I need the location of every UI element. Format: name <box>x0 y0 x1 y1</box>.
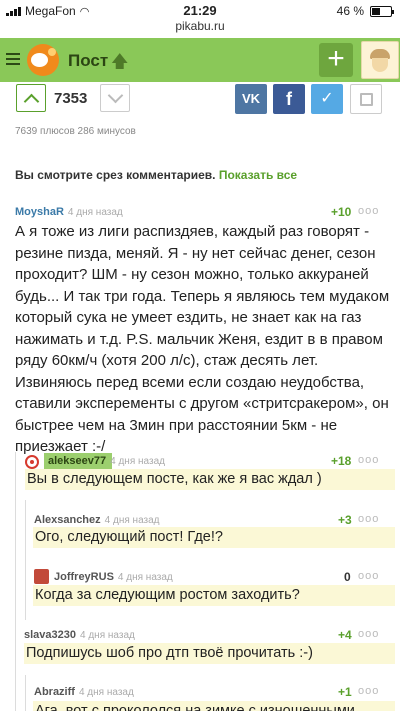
user-avatar-icon[interactable] <box>34 569 49 584</box>
more-options-icon[interactable]: ooo <box>358 628 379 640</box>
comment-text: Когда за следующим ростом заходить? <box>33 585 395 606</box>
user-avatar-icon[interactable] <box>25 455 39 469</box>
comment-score: +18 <box>331 454 352 468</box>
facebook-share-button[interactable]: f <box>273 84 305 114</box>
downvote-button[interactable] <box>100 84 130 112</box>
comment-score: +1 <box>338 685 352 699</box>
save-icon <box>360 93 373 106</box>
more-options-icon[interactable]: ooo <box>358 685 379 697</box>
comment-text: Ага, вот с прокололся на зимке с изношен… <box>33 701 395 711</box>
thread-line[interactable] <box>25 675 26 711</box>
pikabu-logo[interactable] <box>27 44 59 76</box>
save-button[interactable] <box>350 84 382 114</box>
comment-score: 0 <box>344 570 351 584</box>
upvote-button[interactable] <box>16 84 46 112</box>
more-options-icon[interactable]: ooo <box>358 513 379 525</box>
author-name[interactable]: alekseev77 <box>48 455 106 467</box>
more-options-icon[interactable]: ooo <box>358 205 379 217</box>
show-all-link[interactable]: Показать все <box>219 168 297 182</box>
more-options-icon[interactable]: ooo <box>358 454 379 466</box>
arrow-up-icon[interactable]: 🡅 <box>111 49 128 78</box>
comment-score: +3 <box>338 513 352 527</box>
slice-notice: Вы смотрите срез комментариев. Показать … <box>15 168 297 182</box>
comment-text: Подпишусь шоб про дтп твоё прочитать :-) <box>24 643 395 664</box>
comment-date: 4 дня назад <box>110 456 165 467</box>
comment-author[interactable]: slava3230 4 дня назад <box>24 629 135 641</box>
author-name[interactable]: slava3230 <box>24 629 76 641</box>
more-options-icon[interactable]: ooo <box>358 570 379 582</box>
slice-text: Вы смотрите срез комментариев. <box>15 168 216 182</box>
avatar-face <box>372 58 388 72</box>
url-bar[interactable]: pikabu.ru <box>0 19 400 33</box>
comment-score: +10 <box>331 205 352 219</box>
comment-text: Вы в следующем посте, как же я вас ждал … <box>25 469 395 490</box>
comment-text: А я тоже из лиги распиздяев, каждый раз … <box>15 223 390 455</box>
comment-date: 4 дня назад <box>117 572 173 583</box>
author-name[interactable]: Abraziff <box>34 686 75 698</box>
twitter-share-button[interactable]: ✓ <box>311 84 343 114</box>
comment-score: +4 <box>338 628 352 642</box>
battery-percent: 46 % <box>336 4 364 18</box>
chevron-down-icon <box>107 87 124 104</box>
thread-line[interactable] <box>15 452 16 711</box>
comment-date: 4 дня назад <box>80 630 135 641</box>
battery-icon <box>370 5 394 17</box>
comment-date: 4 дня назад <box>78 687 134 698</box>
comment-date: 4 дня назад <box>104 515 160 526</box>
vk-share-button[interactable]: VK <box>235 84 267 114</box>
author-name[interactable]: MoyshaR <box>15 206 64 218</box>
comment-date: 4 дня назад <box>67 207 123 218</box>
author-name[interactable]: JoffreyRUS <box>54 571 114 583</box>
comment-author[interactable]: alekseev77 4 дня назад <box>48 455 165 467</box>
chevron-up-icon <box>23 93 40 110</box>
post-rating: 7353 <box>54 90 88 107</box>
menu-icon[interactable] <box>6 53 20 68</box>
battery-level <box>372 7 381 15</box>
comment-author[interactable]: JoffreyRUS 4 дня назад <box>54 571 173 583</box>
thread-line[interactable] <box>25 500 26 620</box>
add-post-button[interactable]: + <box>319 43 353 77</box>
status-bar: MegaFon ◠ 21:29 pikabu.ru 46 % <box>0 0 400 38</box>
comment-author[interactable]: MoyshaR 4 дня назад <box>15 206 123 218</box>
battery-area: 46 % <box>336 4 394 18</box>
comment-author[interactable]: Abraziff 4 дня назад <box>34 686 134 698</box>
comment-author[interactable]: Alexsanchez 4 дня назад <box>34 514 160 526</box>
user-avatar[interactable] <box>361 41 399 79</box>
author-name[interactable]: Alexsanchez <box>34 514 101 526</box>
votes-info: 7639 плюсов 286 минусов <box>15 126 136 137</box>
page-title: Пост <box>68 51 109 70</box>
comment-text: Ого, следующий пост! Где!? <box>33 527 395 548</box>
top-header: Пост 🡅 + <box>0 38 400 82</box>
